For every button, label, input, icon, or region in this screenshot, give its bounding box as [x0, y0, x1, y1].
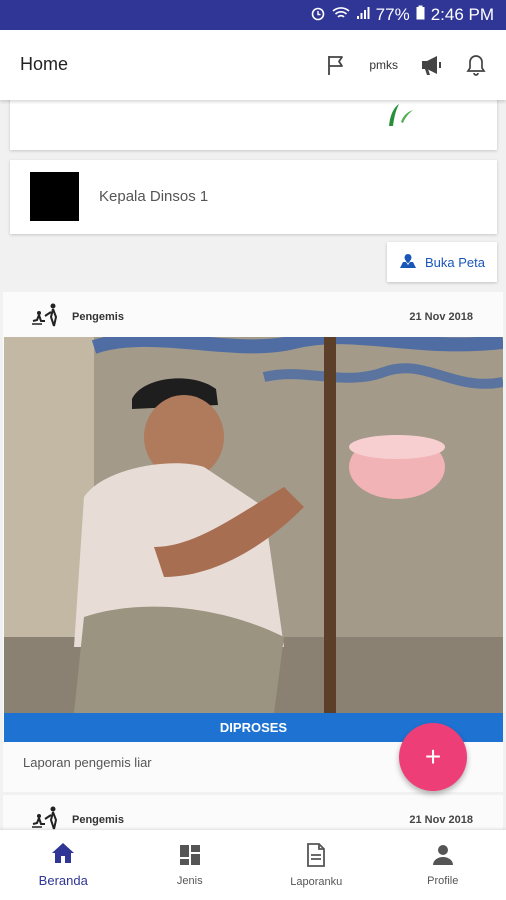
report-header: Pengemis 21 Nov 2018	[3, 795, 503, 830]
app-bar: Home pmks	[0, 30, 506, 100]
wifi-icon	[332, 5, 350, 25]
banner-card	[10, 100, 497, 150]
person-icon	[432, 844, 454, 869]
open-map-label: Buka Peta	[425, 254, 485, 270]
beggar-category-icon	[31, 806, 59, 830]
home-icon	[51, 842, 75, 867]
nav-item-laporanku[interactable]: Laporanku	[253, 830, 380, 900]
system-status-bar: 77% 2:46 PM	[0, 0, 506, 30]
user-name: Kepala Dinsos 1	[99, 188, 209, 205]
report-photo-image	[4, 337, 503, 713]
dashboard-icon	[179, 844, 201, 869]
logo-leaf-icon	[387, 102, 417, 133]
beggar-category-icon	[31, 303, 59, 332]
document-icon	[306, 842, 326, 870]
user-card[interactable]: Kepala Dinsos 1	[10, 160, 497, 234]
report-description: Laporan pengemis liar	[23, 755, 152, 770]
bottom-navigation: Beranda Jenis Laporanku Profile	[0, 830, 506, 900]
add-report-button[interactable]: +	[399, 723, 467, 791]
report-photo[interactable]	[4, 337, 503, 713]
battery-icon	[416, 5, 425, 25]
bell-icon[interactable]	[466, 54, 486, 76]
report-card[interactable]: Pengemis 21 Nov 2018	[3, 795, 503, 830]
nav-item-jenis[interactable]: Jenis	[127, 830, 254, 900]
avatar	[30, 172, 79, 221]
feed[interactable]: Kepala Dinsos 1 Buka Peta Pengemis 21 No…	[0, 100, 506, 830]
report-header: Pengemis 21 Nov 2018	[3, 292, 503, 336]
nav-label: Profile	[427, 874, 459, 887]
report-date: 21 Nov 2018	[409, 814, 473, 826]
nav-label: Laporanku	[290, 875, 343, 888]
open-map-button[interactable]: Buka Peta	[387, 242, 497, 282]
report-category: Pengemis	[72, 311, 124, 323]
flag-icon[interactable]	[325, 54, 347, 76]
megaphone-icon[interactable]	[420, 54, 444, 76]
nav-item-profile[interactable]: Profile	[380, 830, 506, 900]
battery-text: 77%	[375, 5, 410, 24]
report-card[interactable]: Pengemis 21 Nov 2018 DIPROSES Laporan pe…	[3, 292, 503, 792]
nav-label: Jenis	[176, 874, 203, 887]
page-title: Home	[20, 54, 69, 74]
report-category: Pengemis	[72, 814, 124, 826]
pmks-button[interactable]: pmks	[369, 58, 398, 72]
report-date: 21 Nov 2018	[409, 311, 473, 323]
alarm-icon	[310, 5, 326, 26]
clock-text: 2:46 PM	[430, 5, 494, 24]
nav-item-beranda[interactable]: Beranda	[0, 830, 127, 900]
nav-label: Beranda	[38, 873, 88, 888]
signal-icon	[356, 5, 370, 25]
map-marker-icon	[399, 253, 417, 272]
